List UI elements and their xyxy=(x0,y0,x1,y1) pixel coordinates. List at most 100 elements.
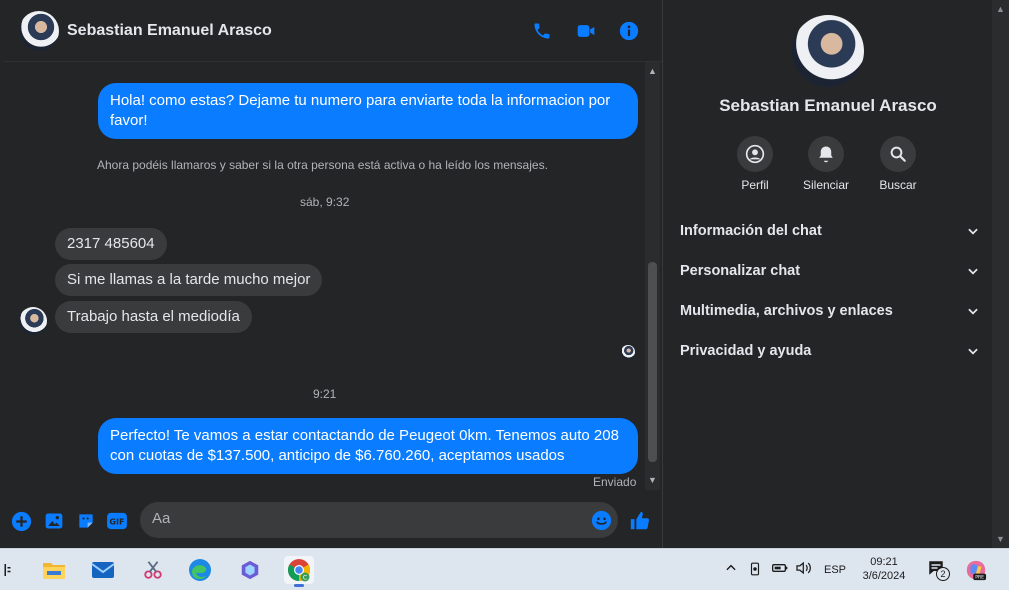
clock-date: 3/6/2024 xyxy=(862,570,906,582)
contact-name[interactable]: Sebastian Emanuel Arasco xyxy=(67,22,272,40)
section-media-files-links[interactable]: Multimedia, archivos y enlaces xyxy=(680,299,980,323)
scroll-up-arrow[interactable]: ▲ xyxy=(996,4,1005,14)
message-scrollbar[interactable]: ▲ ▼ xyxy=(645,62,660,490)
edge-icon xyxy=(189,559,211,581)
section-label: Privacidad y ayuda xyxy=(680,343,812,359)
attach-media-button[interactable] xyxy=(43,510,65,532)
copilot-pre-icon: PRE xyxy=(966,560,987,581)
emoji-button[interactable] xyxy=(591,510,612,536)
incoming-message[interactable]: Si me llamas a la tarde mucho mejor xyxy=(55,264,323,296)
system-clock[interactable]: 09:21 3/6/2024 xyxy=(852,555,916,583)
copilot-preview-button[interactable]: PRE xyxy=(965,559,987,584)
profile-button[interactable]: Perfil xyxy=(719,136,791,192)
section-chat-info[interactable]: Información del chat xyxy=(680,219,980,243)
clock-time: 09:21 xyxy=(870,556,898,568)
message-composer: GIF xyxy=(4,490,662,548)
system-notice: Ahora podéis llamaros y saber si la otra… xyxy=(97,158,548,172)
chevron-down-icon xyxy=(968,348,978,355)
section-label: Información del chat xyxy=(680,223,822,239)
gif-button[interactable]: GIF xyxy=(106,510,128,532)
info-icon xyxy=(619,21,639,41)
chevron-down-icon xyxy=(968,228,978,235)
copilot-icon xyxy=(241,560,259,580)
chat-header: Sebastian Emanuel Arasco xyxy=(4,0,662,62)
video-camera-icon xyxy=(577,25,595,37)
timestamp: sáb, 9:32 xyxy=(300,195,350,209)
mute-button[interactable]: Silenciar xyxy=(790,136,862,192)
scissors-icon xyxy=(144,561,162,579)
device-tray-button[interactable] xyxy=(748,561,762,580)
phone-call-button[interactable] xyxy=(531,20,553,42)
video-call-button[interactable] xyxy=(575,20,597,42)
message-status: Enviado xyxy=(593,475,637,489)
chevron-down-icon xyxy=(968,268,978,275)
svg-text:C: C xyxy=(303,575,307,582)
outgoing-message[interactable]: Perfecto! Te vamos a estar contactando d… xyxy=(98,418,638,474)
battery-icon xyxy=(772,564,788,572)
battery-status[interactable] xyxy=(772,561,788,578)
chevron-down-icon xyxy=(968,308,978,315)
scroll-down-arrow[interactable]: ▼ xyxy=(996,534,1005,544)
smiley-icon xyxy=(591,510,612,531)
input-language[interactable]: ESP xyxy=(824,564,846,576)
chrome-icon: C xyxy=(288,559,310,582)
profile-name: Sebastian Emanuel Arasco xyxy=(719,96,937,115)
incoming-message[interactable]: 2317 485604 xyxy=(55,228,167,260)
message-input-wrapper xyxy=(140,502,618,538)
mail-app[interactable] xyxy=(88,556,118,584)
edge-browser-app[interactable] xyxy=(185,556,215,584)
notification-center-button[interactable]: 2 xyxy=(927,559,950,581)
phone-icon xyxy=(534,23,550,39)
notification-count-badge: 2 xyxy=(936,567,950,581)
conversation-details-pane: Sebastian Emanuel Arasco Perfil Silencia… xyxy=(662,0,992,548)
outgoing-message[interactable]: Hola! como estas? Dejame tu numero para … xyxy=(98,83,638,139)
contact-avatar[interactable] xyxy=(19,11,59,51)
volume-control[interactable] xyxy=(795,561,813,578)
incoming-message[interactable]: Trabajo hasta el mediodía xyxy=(55,301,252,333)
svg-text:GIF: GIF xyxy=(109,517,124,527)
read-receipt-avatar xyxy=(621,345,635,359)
sender-avatar[interactable] xyxy=(19,307,47,335)
window-scrollbar[interactable]: ▲ ▼ xyxy=(992,0,1009,548)
show-hidden-icons-button[interactable] xyxy=(724,561,738,578)
profile-button-label: Perfil xyxy=(741,178,769,192)
bell-icon xyxy=(819,146,833,163)
sticker-icon xyxy=(79,514,93,528)
scroll-up-arrow[interactable]: ▲ xyxy=(648,66,657,78)
section-label: Multimedia, archivos y enlaces xyxy=(680,303,893,319)
mail-icon xyxy=(91,562,115,578)
timestamp: 9:21 xyxy=(313,387,337,401)
profile-avatar[interactable] xyxy=(792,15,864,87)
section-customize-chat[interactable]: Personalizar chat xyxy=(680,259,980,283)
file-explorer-app[interactable] xyxy=(39,556,69,584)
windows-taskbar: C ESP 09:21 3/6/2024 2 PRE xyxy=(0,548,1009,590)
sticker-button[interactable] xyxy=(75,510,97,532)
task-view-button[interactable] xyxy=(0,556,18,584)
search-button[interactable]: Buscar xyxy=(862,136,934,192)
thumbs-up-icon xyxy=(630,511,650,530)
scroll-thumb[interactable] xyxy=(648,262,657,462)
section-privacy-help[interactable]: Privacidad y ayuda xyxy=(680,339,980,363)
folder-icon xyxy=(43,563,65,579)
chat-pane: Sebastian Emanuel Arasco Hola! como esta… xyxy=(4,0,662,548)
conversation-info-button[interactable] xyxy=(618,20,640,42)
app-window: Sebastian Emanuel Arasco Hola! como esta… xyxy=(0,0,1009,590)
search-icon xyxy=(890,146,906,162)
gif-icon: GIF xyxy=(107,512,127,530)
snipping-tool-app[interactable] xyxy=(138,556,168,584)
message-input[interactable] xyxy=(152,510,582,527)
message-list: Hola! como estas? Dejame tu numero para … xyxy=(4,62,646,490)
section-label: Personalizar chat xyxy=(680,263,801,279)
device-icon xyxy=(750,562,760,576)
search-button-label: Buscar xyxy=(879,178,917,192)
copilot-app[interactable] xyxy=(235,556,265,584)
chevron-up-icon xyxy=(726,564,736,571)
image-icon xyxy=(45,513,63,529)
speaker-icon xyxy=(796,561,811,575)
mute-button-label: Silenciar xyxy=(802,178,850,192)
scroll-down-arrow[interactable]: ▼ xyxy=(648,475,657,487)
more-actions-button[interactable] xyxy=(10,510,32,532)
profile-icon xyxy=(745,144,765,164)
chrome-browser-app[interactable]: C xyxy=(284,556,314,587)
send-like-button[interactable] xyxy=(629,510,651,532)
